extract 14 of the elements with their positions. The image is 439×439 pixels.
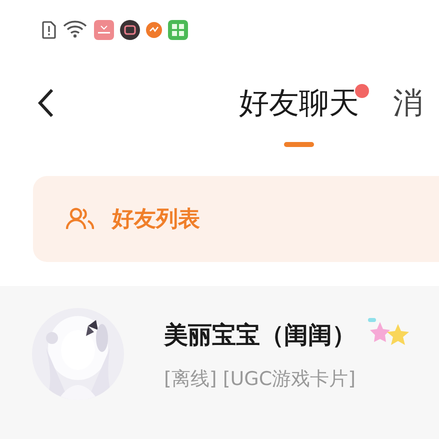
- friend-status: [离线] [UGC游戏卡片]: [164, 367, 357, 392]
- friends-icon: [66, 207, 94, 231]
- app-icon: [94, 20, 114, 40]
- wifi-icon: [62, 20, 88, 40]
- friend-name: 美丽宝宝（闺闺）: [164, 320, 356, 351]
- section-title: 好友列表: [112, 206, 200, 234]
- sim-alert-icon: [42, 21, 56, 39]
- tab[interactable]: 消: [393, 82, 423, 126]
- back-icon[interactable]: [37, 88, 55, 118]
- app-icon: [168, 20, 188, 40]
- app-icon: [146, 22, 162, 38]
- tab-indicator: [284, 142, 314, 147]
- tab[interactable]: 好友聊天: [239, 82, 359, 126]
- app-icon: [120, 20, 140, 40]
